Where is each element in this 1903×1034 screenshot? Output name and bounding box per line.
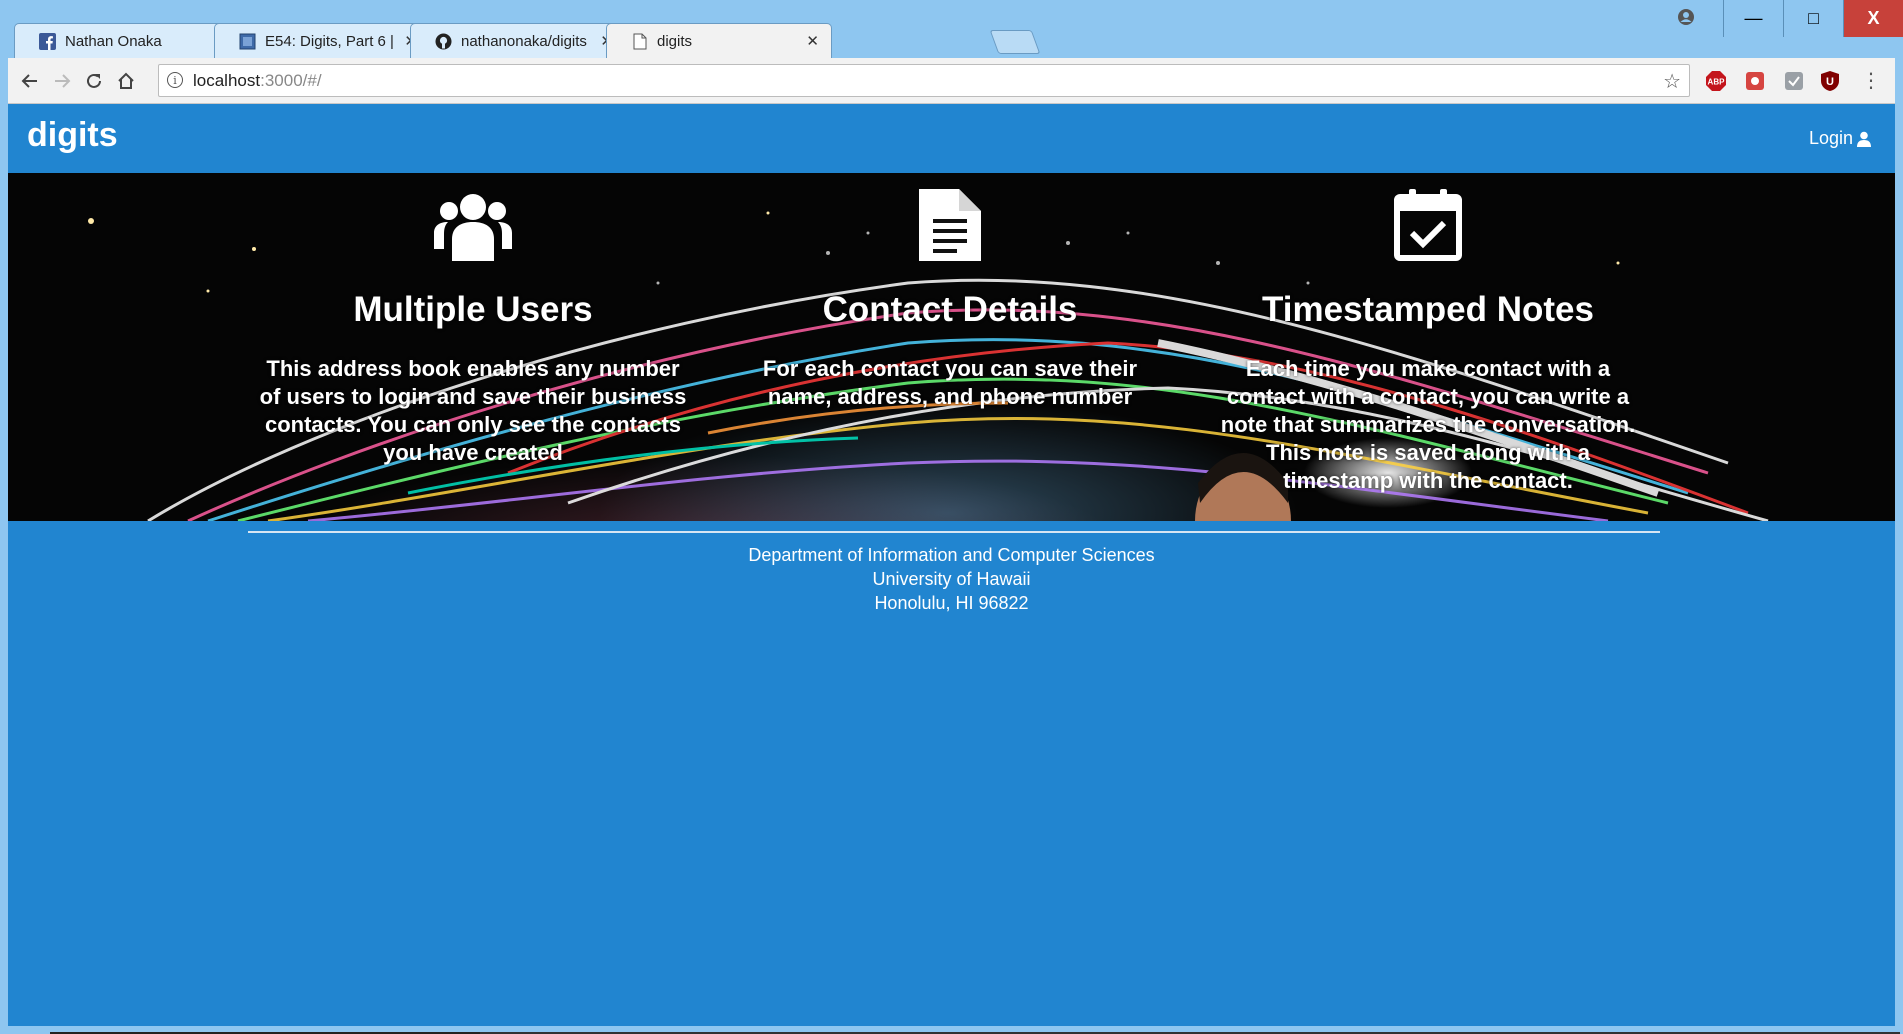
feature-text: This address book enables any number of … xyxy=(259,356,687,465)
feature-timestamped-notes: Timestamped Notes Each time you make con… xyxy=(1193,173,1663,495)
feature-title: Contact Details xyxy=(822,290,1078,329)
feature-multiple-users: Multiple Users This address book enables… xyxy=(238,173,708,467)
bookmark-star-icon[interactable]: ☆ xyxy=(1663,69,1681,94)
file-text-icon xyxy=(715,189,1185,261)
extension-red-icon[interactable] xyxy=(1743,69,1767,93)
document-square-icon xyxy=(239,33,256,50)
github-icon xyxy=(435,33,452,50)
user-icon xyxy=(1857,131,1871,147)
footer-department: Department of Information and Computer S… xyxy=(748,545,1155,565)
tab-title: E54: Digits, Part 6 | ICS 3 xyxy=(265,32,396,50)
footer-city: Honolulu, HI 96822 xyxy=(874,593,1029,613)
tab-title: Nathan Onaka xyxy=(65,32,162,50)
window-bottom-border xyxy=(0,1026,1903,1034)
site-brand[interactable]: digits xyxy=(27,116,118,155)
login-label: Login xyxy=(1808,128,1853,148)
address-bar[interactable]: i localhost:3000/#/ ☆ xyxy=(158,64,1690,97)
new-tab-button[interactable] xyxy=(989,30,1041,54)
profile-icon[interactable] xyxy=(1677,8,1695,26)
tab-e54-digits[interactable]: E54: Digits, Part 6 | ICS 3 ✕ xyxy=(214,23,430,58)
url-text[interactable]: localhost:3000/#/ xyxy=(193,71,322,91)
tab-digits[interactable]: digits ✕ xyxy=(606,23,832,58)
page-viewport: digits Login Multiple Users This address… xyxy=(8,104,1895,1026)
footer-divider xyxy=(248,531,1660,533)
feature-contact-details: Contact Details For each contact you can… xyxy=(715,173,1185,411)
page-icon xyxy=(631,33,648,50)
svg-text:ABP: ABP xyxy=(1708,78,1726,87)
extension-grey-icon[interactable] xyxy=(1782,69,1806,93)
browser-menu-icon[interactable]: ⋮ xyxy=(1861,68,1881,93)
feature-text: For each contact you can save their name… xyxy=(762,356,1138,409)
site-navbar: digits Login xyxy=(8,104,1895,173)
maximize-button[interactable]: □ xyxy=(1783,0,1843,37)
feature-title: Multiple Users xyxy=(353,290,593,329)
minimize-button[interactable]: — xyxy=(1723,0,1783,37)
feature-title: Timestamped Notes xyxy=(1262,290,1594,329)
feature-text: Each time you make contact with a contac… xyxy=(1220,356,1636,493)
tab-title: nathanonaka/digits xyxy=(461,32,587,50)
calendar-check-icon xyxy=(1193,189,1663,261)
reload-icon[interactable] xyxy=(82,69,106,93)
tab-title: digits xyxy=(657,32,693,50)
tab-github-digits[interactable]: nathanonaka/digits ✕ xyxy=(410,23,626,58)
window-controls: — □ X xyxy=(1723,0,1903,37)
forward-icon[interactable] xyxy=(50,69,74,93)
close-window-button[interactable]: X xyxy=(1843,0,1903,37)
footer-university: University of Hawaii xyxy=(872,569,1031,589)
info-icon[interactable]: i xyxy=(167,72,183,88)
ublock-icon[interactable]: U xyxy=(1818,69,1842,93)
browser-toolbar: i localhost:3000/#/ ☆ ABP U ⋮ xyxy=(8,58,1895,104)
svg-text:U: U xyxy=(1826,76,1834,88)
hero-section: Multiple Users This address book enables… xyxy=(8,173,1895,521)
facebook-icon xyxy=(39,32,56,50)
close-tab-icon[interactable]: ✕ xyxy=(806,32,819,50)
back-icon[interactable] xyxy=(18,69,42,93)
home-icon[interactable] xyxy=(114,69,138,93)
users-icon xyxy=(238,189,708,261)
site-footer: Department of Information and Computer S… xyxy=(8,531,1895,615)
login-link[interactable]: Login xyxy=(1809,128,1871,149)
footer-address: Department of Information and Computer S… xyxy=(8,543,1895,615)
adblock-icon[interactable]: ABP xyxy=(1704,69,1728,93)
